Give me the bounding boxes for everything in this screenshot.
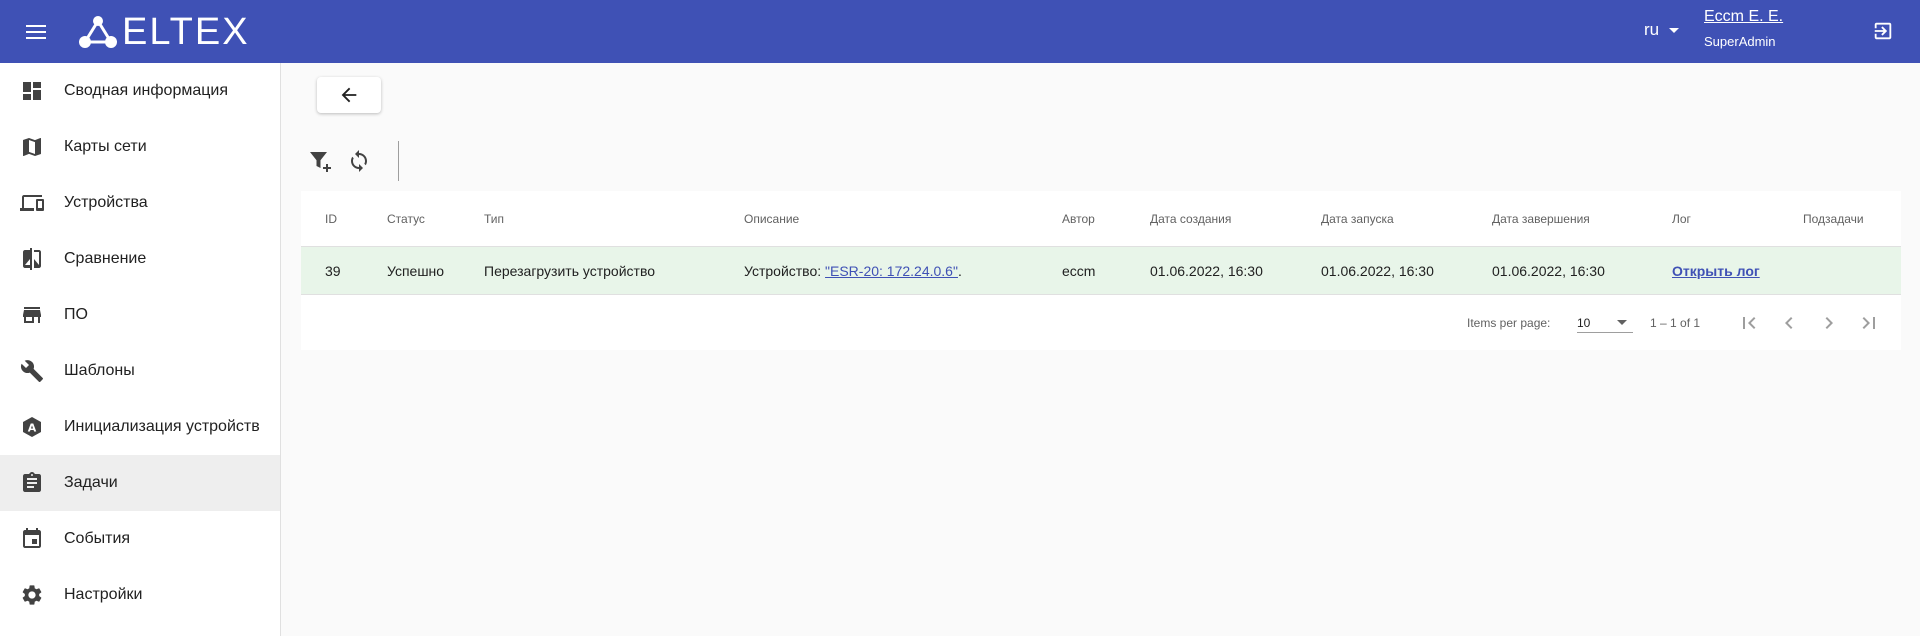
devices-icon (20, 191, 44, 215)
sidebar-item-label: События (64, 530, 131, 547)
sidebar-item-templates[interactable]: Шаблоны (0, 343, 280, 399)
chevron-down-icon (1617, 320, 1627, 325)
description-suffix: . (957, 263, 962, 279)
sidebar-item-label: Инициализация устройств (64, 418, 260, 435)
table-header: ID Статус Тип Описание Автор Дата создан… (301, 191, 1901, 247)
svg-text:A: A (28, 422, 37, 435)
wrench-icon (20, 359, 44, 383)
sidebar-item-label: ПО (64, 306, 88, 323)
logo-text: ELTEX (122, 11, 250, 53)
cell-author: eccm (1062, 263, 1096, 279)
chevron-down-icon (1669, 27, 1680, 33)
column-header-status[interactable]: Статус (387, 191, 425, 247)
gear-icon (20, 583, 44, 607)
sidebar-item-compare[interactable]: Сравнение (0, 231, 280, 287)
sidebar-item-label: Шаблоны (64, 362, 135, 379)
device-link[interactable]: "ESR-20: 172.24.0.6" (825, 263, 958, 279)
sidebar-item-network-maps[interactable]: Карты сети (0, 119, 280, 175)
first-page-icon (1743, 317, 1756, 329)
logout-icon[interactable] (1872, 20, 1894, 42)
cell-finished: 01.06.2022, 16:30 (1492, 263, 1605, 279)
sidebar-item-events[interactable]: События (0, 511, 280, 567)
next-page-button[interactable] (1813, 307, 1845, 339)
user-role: SuperAdmin (1704, 34, 1776, 49)
page-range-label: 1 – 1 of 1 (1650, 316, 1701, 330)
column-header-finished[interactable]: Дата завершения (1492, 191, 1590, 247)
first-page-button[interactable] (1733, 307, 1765, 339)
menu-icon[interactable] (20, 18, 52, 46)
sidebar-item-devices[interactable]: Устройства (0, 175, 280, 231)
filter-add-icon (310, 152, 331, 172)
store-icon (20, 303, 44, 327)
sidebar-item-settings[interactable]: Настройки (0, 567, 280, 623)
sidebar-item-tasks[interactable]: Задачи (0, 455, 280, 511)
sidebar-item-label: Задачи (64, 474, 118, 491)
cell-description: Устройство: "ESR-20: 172.24.0.6". (744, 247, 962, 295)
column-header-subtasks[interactable]: Подзадачи (1803, 191, 1864, 247)
column-header-log[interactable]: Лог (1672, 191, 1691, 247)
table-row[interactable]: 39 Успешно Перезагрузить устройство Устр… (301, 247, 1901, 295)
sidebar-item-label: Настройки (64, 586, 143, 603)
arrow-back-icon (341, 87, 357, 103)
paginator: Items per page: 10 1 – 1 of 1 (301, 295, 1901, 350)
column-header-started[interactable]: Дата запуска (1321, 191, 1394, 247)
last-page-button[interactable] (1853, 307, 1885, 339)
sidebar-item-device-initialization[interactable]: A Инициализация устройств (0, 399, 280, 455)
column-header-description[interactable]: Описание (744, 191, 799, 247)
refresh-icon (351, 150, 367, 172)
cell-started: 01.06.2022, 16:30 (1321, 263, 1434, 279)
column-header-id[interactable]: ID (325, 191, 337, 247)
description-prefix: Устройство: (744, 263, 826, 279)
last-page-icon (1862, 317, 1875, 329)
cell-created: 01.06.2022, 16:30 (1150, 263, 1263, 279)
previous-page-button[interactable] (1773, 307, 1805, 339)
language-value: ru (1644, 20, 1660, 39)
column-header-type[interactable]: Тип (484, 191, 504, 247)
top-app-bar: ELTEX ru Eccm E. E. SuperAdmin (0, 0, 1920, 63)
items-per-page-select[interactable]: 10 (1577, 311, 1633, 333)
items-per-page-value: 10 (1577, 316, 1591, 330)
chevron-left-icon (1785, 317, 1793, 329)
column-header-created[interactable]: Дата создания (1150, 191, 1231, 247)
toolbar-divider (398, 141, 399, 181)
map-icon (20, 135, 44, 159)
items-per-page-label: Items per page: (1467, 316, 1551, 330)
initialization-icon: A (20, 415, 44, 439)
user-info: Eccm E. E. SuperAdmin (1704, 8, 1783, 49)
clipboard-icon (20, 471, 44, 495)
dashboard-icon (20, 79, 44, 103)
cell-status: Успешно (387, 263, 445, 279)
calendar-icon (20, 527, 44, 551)
sidebar-item-software[interactable]: ПО (0, 287, 280, 343)
back-button[interactable] (317, 77, 381, 113)
add-filter-button[interactable] (304, 145, 336, 177)
tasks-table: ID Статус Тип Описание Автор Дата создан… (301, 191, 1901, 350)
cell-type: Перезагрузить устройство (484, 263, 656, 279)
refresh-button[interactable] (343, 145, 375, 177)
sidebar-item-summary[interactable]: Сводная информация (0, 63, 280, 119)
main-content: ID Статус Тип Описание Автор Дата создан… (282, 63, 1920, 636)
sidebar-item-label: Устройства (64, 194, 148, 211)
compare-icon (20, 247, 44, 271)
column-header-author[interactable]: Автор (1062, 191, 1095, 247)
eltex-logo: ELTEX (78, 11, 250, 53)
language-select[interactable]: ru (1644, 20, 1680, 40)
open-log-link[interactable]: Открыть лог (1672, 247, 1760, 295)
chevron-right-icon (1825, 317, 1833, 329)
sidebar-item-label: Карты сети (64, 138, 147, 155)
sidebar-item-label: Сводная информация (64, 82, 228, 99)
sidebar-item-label: Сравнение (64, 250, 147, 267)
cell-id: 39 (325, 263, 341, 279)
logo-mark-icon (79, 16, 117, 48)
sidebar: Сводная информация Карты сети Устройства… (0, 63, 281, 636)
user-name-link[interactable]: Eccm E. E. (1704, 8, 1783, 26)
